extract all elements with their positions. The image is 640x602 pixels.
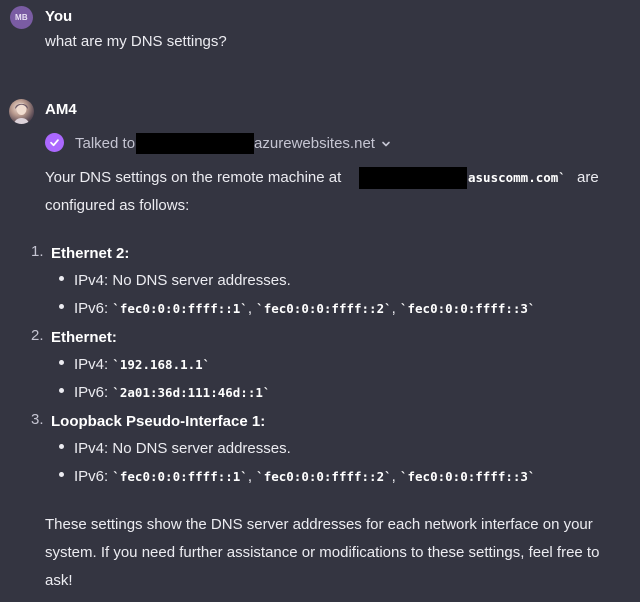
ipv6-address-code: `fec0:0:0:ffff::2` bbox=[256, 301, 392, 316]
tool-call-toggle[interactable]: Talked to azurewebsites.net bbox=[75, 133, 391, 154]
intro-line-1: Your DNS settings on the remote machine … bbox=[45, 167, 341, 188]
ipv6-address-code: `2a01:36d:111:46d::1` bbox=[112, 385, 271, 400]
ipv6-row: IPv6: `fec0:0:0:ffff::1`, `fec0:0:0:ffff… bbox=[74, 466, 535, 487]
ipv6-label: IPv6: bbox=[74, 300, 109, 317]
interface-name: Ethernet 2: bbox=[51, 245, 130, 262]
ipv4-value: No DNS server addresses. bbox=[112, 440, 291, 457]
intro-hostname-code: asuscomm.com` bbox=[468, 170, 566, 185]
ipv6-address-code: `fec0:0:0:ffff::3` bbox=[399, 301, 536, 316]
ipv6-label: IPv6: bbox=[74, 384, 109, 401]
outro-line-1: These settings show the DNS server addre… bbox=[45, 516, 593, 533]
ipv6-row: IPv6: `fec0:0:0:ffff::1`, `fec0:0:0:ffff… bbox=[74, 298, 535, 319]
comma: , bbox=[247, 468, 252, 485]
comma: , bbox=[391, 300, 396, 317]
assistant-avatar-image bbox=[14, 103, 29, 124]
ipv4-label: IPv4: bbox=[74, 440, 109, 457]
redacted-hostname-block bbox=[359, 167, 467, 189]
bullet bbox=[59, 472, 64, 477]
intro-text-b: are bbox=[577, 169, 599, 186]
redacted-host-block bbox=[136, 133, 255, 154]
ipv6-address-code: `fec0:0:0:ffff::1` bbox=[112, 469, 248, 484]
intro-text-a: Your DNS settings on the remote machine … bbox=[45, 169, 342, 186]
outro-line-3: ask! bbox=[45, 572, 73, 589]
ipv4-row: IPv4: `192.168.1.1` bbox=[74, 354, 210, 375]
assistant-author-name: AM4 bbox=[45, 101, 77, 118]
user-avatar-initials: MB bbox=[14, 13, 29, 22]
tool-call-prefix: Talked to bbox=[75, 135, 136, 152]
ipv6-label: IPv6: bbox=[74, 468, 109, 485]
bullet bbox=[59, 276, 64, 281]
chevron-down-icon[interactable] bbox=[381, 139, 391, 149]
ipv6-address-code: `fec0:0:0:ffff::2` bbox=[256, 469, 392, 484]
tool-call-suffix: azurewebsites.net bbox=[254, 135, 375, 152]
assistant-avatar bbox=[9, 99, 34, 124]
ipv4-row: IPv4: No DNS server addresses. bbox=[74, 438, 291, 459]
user-avatar: MB bbox=[10, 6, 33, 29]
ipv4-label: IPv4: bbox=[74, 272, 109, 289]
ipv4-value: No DNS server addresses. bbox=[112, 272, 291, 289]
bullet bbox=[59, 388, 64, 393]
outro-line-2: system. If you need further assistance o… bbox=[45, 544, 600, 561]
ipv4-row: IPv4: No DNS server addresses. bbox=[74, 270, 291, 291]
list-number: 2. bbox=[31, 327, 44, 344]
interface-name: Loopback Pseudo-Interface 1: bbox=[51, 413, 266, 430]
user-author-name: You bbox=[45, 8, 73, 25]
list-number: 1. bbox=[31, 243, 44, 260]
comma: , bbox=[247, 300, 252, 317]
list-number: 3. bbox=[31, 411, 44, 428]
bullet bbox=[59, 304, 64, 309]
comma: , bbox=[391, 468, 396, 485]
bullet bbox=[59, 444, 64, 449]
ipv4-label: IPv4: bbox=[74, 356, 109, 373]
bullet bbox=[59, 360, 64, 365]
ipv4-address-code: `192.168.1.1` bbox=[112, 357, 211, 372]
check-icon bbox=[45, 133, 64, 152]
ipv6-address-code: `fec0:0:0:ffff::1` bbox=[112, 301, 248, 316]
ipv6-address-code: `fec0:0:0:ffff::3` bbox=[399, 469, 536, 484]
interface-name: Ethernet: bbox=[51, 329, 117, 346]
intro-line-2: configured as follows: bbox=[45, 197, 190, 214]
user-message-text: what are my DNS settings? bbox=[45, 33, 227, 50]
ipv6-row: IPv6: `2a01:36d:111:46d::1` bbox=[74, 382, 270, 403]
